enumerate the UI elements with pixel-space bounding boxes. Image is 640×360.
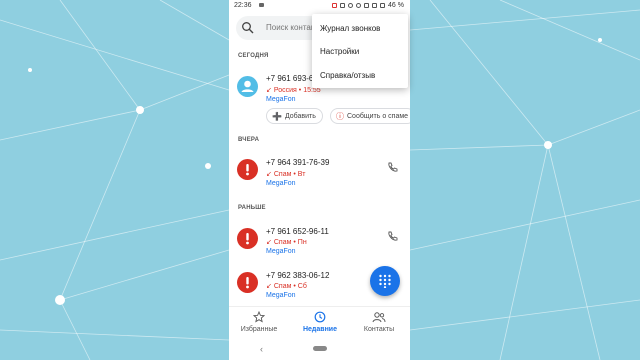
mute-icon [348, 3, 354, 8]
battery-level: 46 % [388, 2, 404, 9]
search-icon [242, 22, 254, 34]
status-icons: 46 % [332, 2, 404, 9]
star-icon [253, 311, 265, 323]
clock-icon [314, 311, 326, 323]
dialpad-button[interactable] [370, 266, 400, 296]
phone-number: +7 961 652-96-11 [266, 227, 329, 236]
menu-item-help-feedback[interactable]: Справка/отзыв [320, 71, 375, 80]
phone-icon[interactable] [387, 231, 398, 242]
carrier-label: MegaFon [266, 292, 296, 299]
missed-call-icon: ↙ [266, 87, 272, 94]
menu-item-settings[interactable]: Настройки [320, 47, 359, 56]
warning-icon [246, 277, 249, 289]
warning-icon [246, 233, 249, 245]
signal-icon [372, 3, 378, 8]
person-icon [241, 80, 254, 92]
add-person-icon: ➕ [272, 111, 282, 121]
bottom-navigation: Избранные Недавние Контакты [229, 306, 410, 338]
tab-contacts[interactable]: Контакты [349, 311, 409, 333]
mail-icon [340, 3, 346, 8]
missed-call-icon: ↙ [266, 171, 272, 178]
call-meta: ↙ Спам • Сб [266, 283, 307, 290]
back-icon[interactable]: ‹ [260, 344, 263, 354]
system-navigation-bar: ‹ [229, 338, 410, 360]
carrier-label: MegaFon [266, 180, 296, 187]
menu-item-call-history[interactable]: Журнал звонков [320, 24, 380, 33]
dialpad-icon [379, 274, 391, 288]
person-avatar [237, 76, 258, 97]
spam-avatar [237, 272, 258, 293]
section-yesterday: ВЧЕРА [238, 137, 260, 143]
carrier-label: MegaFon [266, 248, 296, 255]
alarm-icon [356, 3, 362, 8]
phone-number: +7 964 391-76-39 [266, 158, 330, 167]
contacts-icon [372, 312, 386, 323]
phone-icon[interactable] [387, 162, 398, 173]
report-spam-button[interactable]: ⓘ Сообщить о спаме [330, 108, 410, 124]
screen-record-icon [259, 3, 264, 7]
phone-number: +7 961 693-6 [266, 74, 314, 83]
warning-icon [246, 164, 249, 176]
status-bar: 22:36 46 % [229, 0, 410, 12]
section-earlier: РАНЬШЕ [238, 205, 266, 211]
missed-call-icon: ↙ [266, 283, 272, 290]
call-meta: ↙ Спам • Вт [266, 171, 306, 178]
spam-avatar [237, 159, 258, 180]
notification-icon [332, 3, 338, 8]
tab-favorites[interactable]: Избранные [229, 311, 289, 333]
section-today: СЕГОДНЯ [238, 53, 269, 59]
carrier-label: MegaFon [266, 96, 296, 103]
missed-call-icon: ↙ [266, 239, 272, 246]
report-icon: ⓘ [336, 111, 344, 121]
call-meta: ↙ Спам • Пн [266, 239, 307, 246]
wifi-icon [364, 3, 370, 8]
battery-icon [380, 3, 386, 8]
home-pill[interactable] [313, 346, 327, 351]
overflow-menu: Журнал звонков Настройки Справка/отзыв [312, 14, 408, 88]
phone-number: +7 962 383-06-12 [266, 271, 330, 280]
add-contact-button[interactable]: ➕ Добавить [266, 108, 323, 124]
status-time: 22:36 [234, 2, 252, 9]
spam-avatar [237, 228, 258, 249]
tab-recent[interactable]: Недавние [290, 311, 350, 333]
